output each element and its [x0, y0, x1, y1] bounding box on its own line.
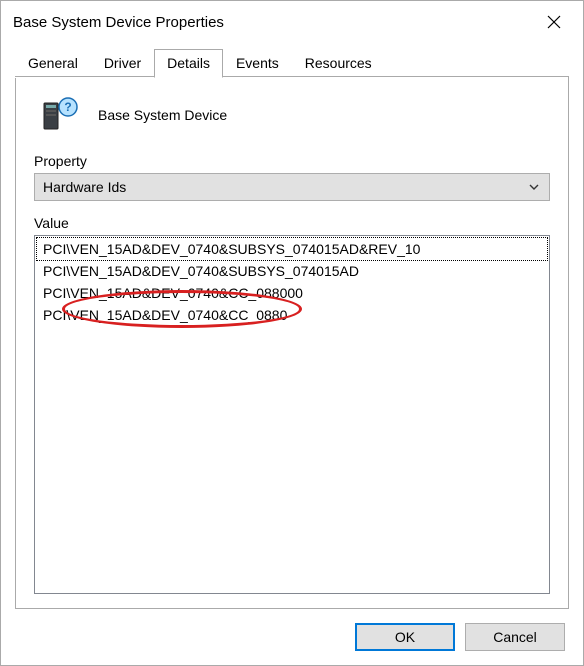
device-header: ? Base System Device: [34, 95, 550, 135]
list-item[interactable]: PCI\VEN_15AD&DEV_0740&SUBSYS_074015AD&RE…: [37, 238, 547, 260]
tab-general[interactable]: General: [15, 49, 91, 78]
property-label: Property: [34, 153, 550, 169]
property-dropdown[interactable]: Hardware Ids: [34, 173, 550, 201]
svg-text:?: ?: [64, 100, 71, 114]
value-label: Value: [34, 215, 550, 231]
device-name: Base System Device: [98, 107, 227, 123]
tab-content-details: ? Base System Device Property Hardware I…: [15, 77, 569, 609]
close-icon: [547, 15, 561, 29]
tab-underline: [15, 76, 569, 77]
close-button[interactable]: [531, 6, 577, 38]
tab-events[interactable]: Events: [223, 49, 292, 78]
value-listbox[interactable]: PCI\VEN_15AD&DEV_0740&SUBSYS_074015AD&RE…: [34, 235, 550, 594]
chevron-down-icon: [523, 174, 545, 200]
list-item[interactable]: PCI\VEN_15AD&DEV_0740&CC_088000: [37, 282, 547, 304]
tab-strip: General Driver Details Events Resources: [1, 47, 583, 77]
ok-button[interactable]: OK: [355, 623, 455, 651]
tab-driver[interactable]: Driver: [91, 49, 154, 78]
list-item[interactable]: PCI\VEN_15AD&DEV_0740&SUBSYS_074015AD: [37, 260, 547, 282]
dialog-button-row: OK Cancel: [1, 609, 583, 665]
list-item[interactable]: PCI\VEN_15AD&DEV_0740&CC_0880: [37, 304, 547, 326]
tab-details[interactable]: Details: [154, 49, 223, 78]
cancel-button[interactable]: Cancel: [465, 623, 565, 651]
device-properties-dialog: Base System Device Properties General Dr…: [0, 0, 584, 666]
tab-resources[interactable]: Resources: [292, 49, 385, 78]
titlebar: Base System Device Properties: [1, 1, 583, 43]
window-title: Base System Device Properties: [13, 14, 531, 31]
property-selected: Hardware Ids: [43, 179, 126, 195]
pc-help-icon: ?: [40, 95, 80, 135]
